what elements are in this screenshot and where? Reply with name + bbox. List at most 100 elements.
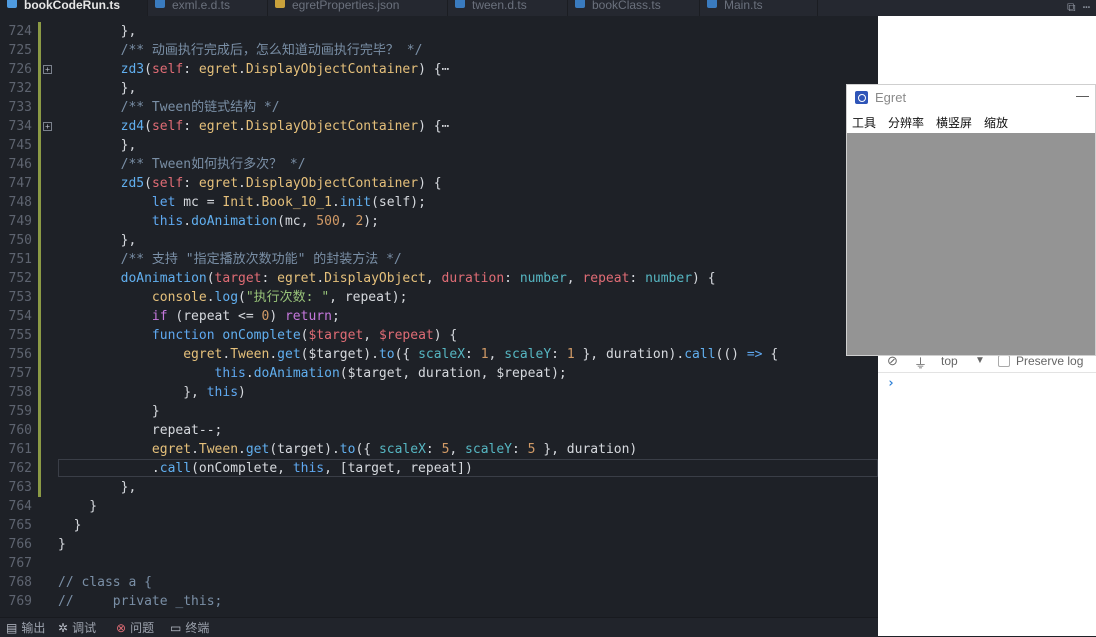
line-number: 763 (8, 480, 32, 495)
menu-zoom[interactable]: 缩放 (984, 115, 1008, 131)
code-text: doAnimation(target: egret.DisplayObject,… (120, 271, 716, 286)
code-line[interactable]: 750 }, (0, 231, 878, 250)
console-prompt[interactable]: › (887, 376, 895, 391)
terminal-icon: ▭ (170, 621, 182, 635)
code-line[interactable]: 769 // private _this; (0, 592, 878, 611)
line-number: 754 (8, 309, 32, 324)
tab-egretproperties[interactable]: egretProperties.json (268, 0, 448, 16)
line-number: 757 (8, 366, 32, 381)
code-line[interactable]: 757 this.doAnimation($target, duration, … (0, 364, 878, 383)
code-line[interactable]: 751 /** 支持 "指定播放次数功能" 的封装方法 */ (0, 250, 878, 269)
menu-resolution[interactable]: 分辨率 (888, 115, 924, 131)
tab-main[interactable]: Main.ts (700, 0, 818, 16)
code-line[interactable]: 758 }, this) (0, 383, 878, 402)
code-text: zd4(self: egret.DisplayObjectContainer) … (120, 119, 450, 134)
line-number: 725 (8, 43, 32, 58)
bug-icon: ✲ (58, 621, 69, 635)
git-change-indicator (38, 22, 41, 497)
tab-output[interactable]: ▤ 输出 (6, 620, 45, 636)
code-line[interactable]: 766} (0, 535, 878, 554)
egret-stage-canvas[interactable] (847, 133, 1095, 355)
line-number: 749 (8, 214, 32, 229)
code-text: repeat--; (58, 423, 223, 438)
code-line[interactable]: 749 this.doAnimation(mc, 500, 2); (0, 212, 878, 231)
code-line[interactable]: 756 egret.Tween.get($target).to({ scaleX… (0, 345, 878, 364)
tab-terminal[interactable]: ▭ 终端 (170, 620, 209, 636)
problems-label: 问题 (130, 621, 155, 635)
line-number: 766 (8, 537, 32, 552)
code-line[interactable]: 724 }, (0, 22, 878, 41)
tab-bookclass[interactable]: bookClass.ts (568, 0, 700, 16)
code-line[interactable]: 765 } (0, 516, 878, 535)
line-number: 750 (8, 233, 32, 248)
code-text: }, this) (58, 385, 246, 400)
code-line[interactable]: 734 + zd4(self: egret.DisplayObjectContai… (0, 117, 878, 136)
line-number: 758 (8, 385, 32, 400)
code-line[interactable]: 767 (0, 554, 878, 573)
code-line[interactable]: 733 /** Tween的链式结构 */ (0, 98, 878, 117)
line-number: 767 (8, 556, 32, 571)
typescript-file-icon (707, 0, 717, 8)
code-text: zd3(self: egret.DisplayObjectContainer) … (120, 62, 450, 77)
menu-orientation[interactable]: 横竖屏 (936, 115, 972, 131)
output-icon: ▤ (6, 621, 18, 635)
code-text: zd5(self: egret.DisplayObjectContainer) … (120, 176, 442, 191)
code-line[interactable]: 725 /** 动画执行完成后，怎么知道动画执行完毕？ */ (0, 41, 878, 60)
code-text: }, (58, 81, 137, 96)
code-text: /** Tween的链式结构 */ (120, 100, 280, 115)
typescript-file-icon (575, 0, 585, 8)
code-line[interactable]: 768 // class a { (0, 573, 878, 592)
line-number: 765 (8, 518, 32, 533)
egret-titlebar[interactable]: Egret — (847, 85, 1096, 111)
menu-tools[interactable]: 工具 (852, 115, 876, 131)
code-line[interactable]: 748 let mc = Init.Book_10_1.init(self); (0, 193, 878, 212)
line-number: 726 (8, 62, 32, 77)
tab-label: exml.e.d.ts (172, 0, 231, 12)
expand-fold-icon[interactable]: + (43, 122, 52, 131)
code-line[interactable]: 755 function onComplete($target, $repeat… (0, 326, 878, 345)
code-line[interactable]: 746 /** Tween如何执行多次？ */ (0, 155, 878, 174)
line-number: 748 (8, 195, 32, 210)
code-line[interactable]: 754 if (repeat <= 0) return; (0, 307, 878, 326)
code-text: } (58, 499, 98, 514)
minimize-button[interactable]: — (1076, 89, 1089, 103)
code-line[interactable]: 747 zd5(self: egret.DisplayObjectContain… (0, 174, 878, 193)
code-line[interactable]: 752 doAnimation(target: egret.DisplayObj… (0, 269, 878, 288)
preserve-log-label: Preserve log (1016, 354, 1084, 368)
tab-bookcoderun[interactable]: bookCodeRun.ts (0, 0, 148, 16)
line-number: 762 (8, 461, 32, 476)
tab-exml[interactable]: exml.e.d.ts (148, 0, 268, 16)
context-selector[interactable]: top (941, 354, 958, 368)
code-line[interactable]: 762 .call(onComplete, this, [target, rep… (0, 459, 878, 478)
preserve-log-checkbox[interactable] (998, 355, 1010, 367)
code-text: // class a { (58, 575, 152, 590)
line-number: 759 (8, 404, 32, 419)
code-text: /** Tween如何执行多次？ */ (120, 157, 306, 172)
code-text: /** 支持 "指定播放次数功能" 的封装方法 */ (120, 252, 402, 267)
code-line[interactable]: 732 }, (0, 79, 878, 98)
code-line[interactable]: 764 } (0, 497, 878, 516)
chevron-down-icon[interactable]: ▼ (975, 355, 985, 366)
code-line[interactable]: 763 }, (0, 478, 878, 497)
code-line[interactable]: 726 + zd3(self: egret.DisplayObjectContai… (0, 60, 878, 79)
code-text: }, (58, 24, 137, 39)
panel-tab-bar: ▤ 输出 ✲ 调试 ⊗ 问题 ▭ 终端 (0, 617, 878, 637)
code-line[interactable]: 760 repeat--; (0, 421, 878, 440)
line-number: 760 (8, 423, 32, 438)
tab-debug[interactable]: ✲ 调试 (58, 620, 96, 636)
tab-label: egretProperties.json (292, 0, 400, 12)
code-text: /** 动画执行完成后，怎么知道动画执行完毕？ */ (120, 43, 423, 58)
code-text: } (58, 404, 160, 419)
code-editor[interactable]: 724 }, 725 /** 动画执行完成后，怎么知道动画执行完毕？ */726 +… (0, 16, 878, 617)
code-line[interactable]: 761 egret.Tween.get(target).to({ scaleX:… (0, 440, 878, 459)
typescript-file-icon (7, 0, 17, 8)
code-line[interactable]: 745 }, (0, 136, 878, 155)
expand-fold-icon[interactable]: + (43, 65, 52, 74)
code-line[interactable]: 753 console.log("执行次数: ", repeat); (0, 288, 878, 307)
tab-tween[interactable]: tween.d.ts (448, 0, 568, 16)
split-editor-button[interactable]: ⧉ ⋯ (1067, 0, 1090, 14)
code-text: if (repeat <= 0) return; (151, 309, 340, 324)
code-line[interactable]: 759 } (0, 402, 878, 421)
output-label: 输出 (21, 621, 46, 635)
tab-problems[interactable]: ⊗ 问题 (116, 620, 154, 636)
